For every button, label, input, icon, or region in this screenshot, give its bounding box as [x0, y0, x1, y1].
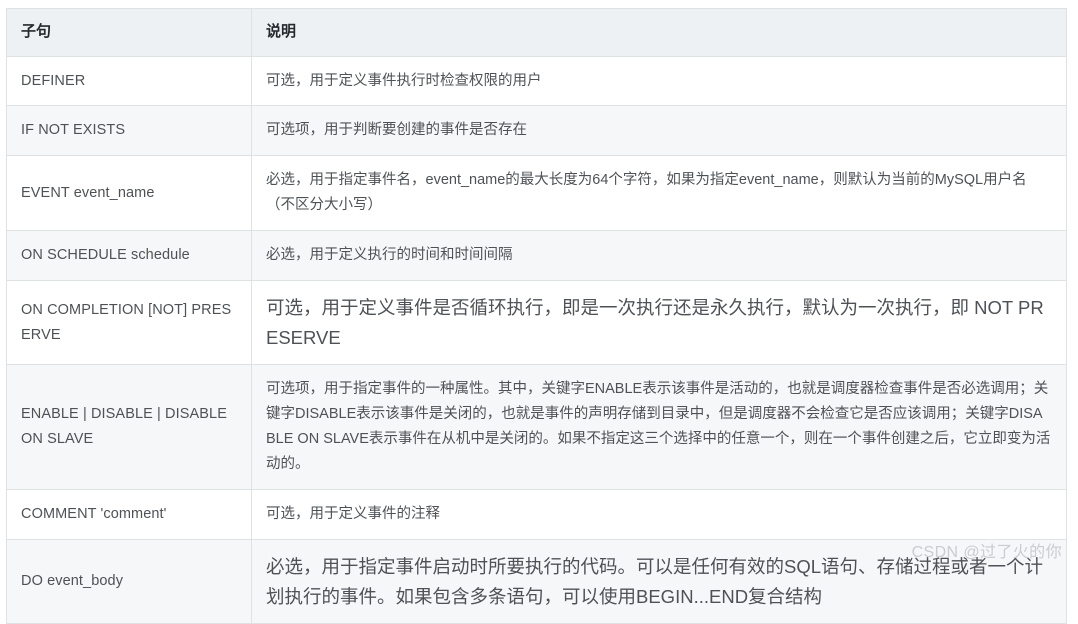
- cell-description: 可选项，用于指定事件的一种属性。其中，关键字ENABLE表示该事件是活动的，也就…: [251, 364, 1067, 491]
- event-clause-table: 子句 说明 DEFINER 可选，用于定义事件执行时检查权限的用户 IF NOT E…: [6, 8, 1067, 624]
- table-row: ON COMPLETION [NOT] PRESERVE 可选，用于定义事件是否循…: [6, 280, 1067, 366]
- cell-clause: IF NOT EXISTS: [6, 105, 252, 157]
- page-root: 子句 说明 DEFINER 可选，用于定义事件执行时检查权限的用户 IF NOT E…: [0, 0, 1078, 624]
- table-header-row: 子句 说明: [6, 8, 1067, 57]
- table-row: COMMENT 'comment' 可选，用于定义事件的注释: [6, 489, 1067, 541]
- cell-description: 必选，用于指定事件启动时所要执行的代码。可以是任何有效的SQL语句、存储过程或者…: [251, 539, 1067, 624]
- table-row: DO event_body 必选，用于指定事件启动时所要执行的代码。可以是任何有效…: [6, 539, 1067, 624]
- table-row: ENABLE | DISABLE | DISABLE ON SLAVE 可选项，用…: [6, 364, 1067, 491]
- cell-description: 可选，用于定义事件是否循环执行，即是一次执行还是永久执行，默认为一次执行，即 N…: [251, 280, 1067, 366]
- spec-table-container: 子句 说明 DEFINER 可选，用于定义事件执行时检查权限的用户 IF NOT E…: [6, 8, 1067, 624]
- table-header: 子句 说明: [6, 8, 1067, 57]
- cell-description: 可选项，用于判断要创建的事件是否存在: [251, 105, 1067, 157]
- table-row: IF NOT EXISTS 可选项，用于判断要创建的事件是否存在: [6, 105, 1067, 157]
- column-header-description: 说明: [251, 8, 1067, 57]
- table-body: DEFINER 可选，用于定义事件执行时检查权限的用户 IF NOT EXISTS 可…: [6, 55, 1067, 624]
- column-header-clause: 子句: [6, 8, 252, 57]
- table-row: DEFINER 可选，用于定义事件执行时检查权限的用户: [6, 55, 1067, 107]
- table-row: ON SCHEDULE schedule 必选，用于定义执行的时间和时间间隔: [6, 230, 1067, 282]
- cell-description: 必选，用于指定事件名，event_name的最大长度为64个字符，如果为指定ev…: [251, 155, 1067, 232]
- cell-clause: ENABLE | DISABLE | DISABLE ON SLAVE: [6, 364, 252, 491]
- cell-description: 可选，用于定义事件的注释: [251, 489, 1067, 541]
- cell-clause: COMMENT 'comment': [6, 489, 252, 541]
- cell-description: 必选，用于定义执行的时间和时间间隔: [251, 230, 1067, 282]
- cell-clause: ON SCHEDULE schedule: [6, 230, 252, 282]
- table-row: EVENT event_name 必选，用于指定事件名，event_name的最大…: [6, 155, 1067, 232]
- cell-description: 可选，用于定义事件执行时检查权限的用户: [251, 55, 1067, 107]
- cell-clause: ON COMPLETION [NOT] PRESERVE: [6, 280, 252, 366]
- cell-clause: EVENT event_name: [6, 155, 252, 232]
- cell-clause: DEFINER: [6, 55, 252, 107]
- cell-clause: DO event_body: [6, 539, 252, 624]
